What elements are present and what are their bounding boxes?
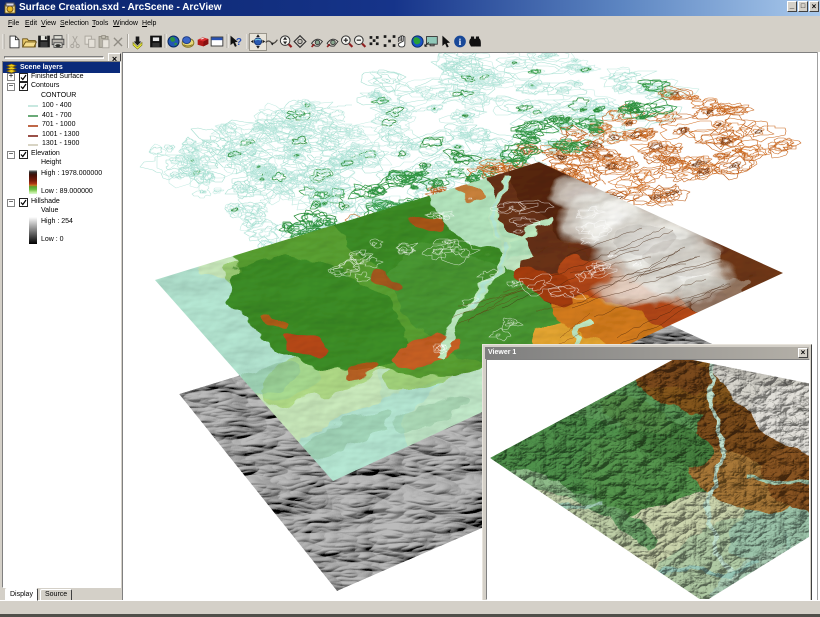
svg-text:i: i xyxy=(459,38,462,48)
svg-text:?: ? xyxy=(236,37,242,48)
